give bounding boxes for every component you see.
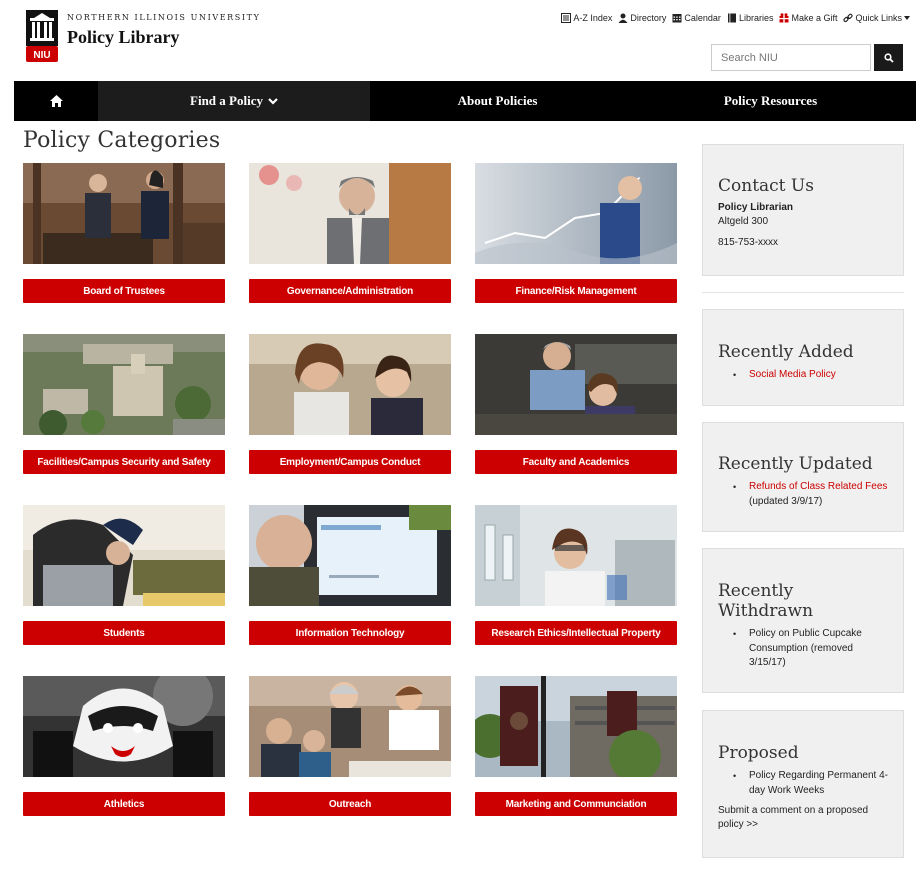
- util-make-a-gift[interactable]: Make a Gift: [779, 13, 837, 23]
- nav-policy-resources[interactable]: Policy Resources: [625, 81, 916, 121]
- recently-updated-list: Refunds of Class Related Fees (updated 3…: [718, 480, 888, 509]
- calendar-icon: [672, 14, 682, 23]
- recently-added-list: Social Media Policy: [718, 368, 888, 383]
- recently-withdrawn-heading: Recently Withdrawn: [718, 581, 888, 621]
- page-title: Policy Categories: [23, 128, 221, 153]
- book-icon: [727, 13, 736, 23]
- list-item: Refunds of Class Related Fees (updated 3…: [733, 480, 888, 509]
- contact-us-heading: Contact Us: [718, 176, 814, 196]
- outreach-photo[interactable]: [249, 676, 451, 777]
- chevron-down-icon: [268, 97, 278, 105]
- search-icon: [883, 52, 894, 63]
- faculty-photo[interactable]: [475, 334, 677, 435]
- util-libraries[interactable]: Libraries: [727, 13, 774, 23]
- category-button[interactable]: Students: [23, 621, 225, 645]
- person-icon: [618, 13, 628, 23]
- facilities-photo[interactable]: [23, 334, 225, 435]
- recently-updated-heading: Recently Updated: [718, 454, 873, 474]
- util-label: Directory: [630, 13, 667, 23]
- util-az-index[interactable]: A-Z Index: [561, 13, 612, 23]
- heading-line: Withdrawn: [718, 601, 814, 621]
- recently-added-box: Recently Added Social Media Policy: [702, 309, 904, 406]
- proposed-box: Proposed Policy Regarding Permanent 4-da…: [702, 710, 904, 858]
- recently-added-heading: Recently Added: [718, 342, 854, 362]
- list-icon: [561, 13, 572, 23]
- heading-line: Recently: [718, 581, 794, 601]
- util-directory[interactable]: Directory: [618, 13, 666, 23]
- util-label: Libraries: [738, 13, 774, 23]
- proposed-heading: Proposed: [718, 743, 799, 763]
- marketing-photo[interactable]: [475, 676, 677, 777]
- list-item: Social Media Policy: [733, 368, 888, 383]
- util-label: A-Z Index: [573, 13, 613, 23]
- finance-photo[interactable]: [475, 163, 677, 264]
- sidebar-divider: [702, 292, 904, 293]
- logo-text: NIU: [33, 50, 50, 61]
- util-label: Calendar: [684, 13, 721, 23]
- proposed-list: Policy Regarding Permanent 4-day Work We…: [718, 769, 888, 798]
- site-header: NIU NORTHERN ILLINOIS UNIVERSITY Policy …: [0, 0, 917, 81]
- category-button[interactable]: Finance/Risk Management: [475, 279, 677, 303]
- nav-find-a-policy[interactable]: Find a Policy: [98, 81, 370, 121]
- search-button[interactable]: [874, 44, 903, 71]
- category-button[interactable]: Governance/Administration: [249, 279, 451, 303]
- link-icon: [843, 13, 854, 23]
- research-photo[interactable]: [475, 505, 677, 606]
- nav-label: Find a Policy: [190, 93, 263, 108]
- caret-down-icon: [904, 16, 910, 20]
- information-technology-photo[interactable]: [249, 505, 451, 606]
- recently-withdrawn-list: Policy on Public Cupcake Consumption (re…: [718, 627, 888, 671]
- category-button[interactable]: Athletics: [23, 792, 225, 816]
- category-button[interactable]: Facilities/Campus Security and Safety: [23, 450, 225, 474]
- category-button[interactable]: Information Technology: [249, 621, 451, 645]
- category-button[interactable]: Faculty and Academics: [475, 450, 677, 474]
- list-item: Policy on Public Cupcake Consumption (re…: [733, 627, 888, 671]
- athletics-photo[interactable]: [23, 676, 225, 777]
- nav-about-policies[interactable]: About Policies: [370, 81, 625, 121]
- gift-icon: [779, 13, 789, 23]
- policy-link[interactable]: Refunds of Class Related Fees: [749, 481, 887, 492]
- home-icon: [49, 95, 63, 107]
- utility-links: A-Z Index Directory Calendar Libraries M…: [561, 13, 910, 23]
- update-note: (updated 3/9/17): [749, 495, 823, 507]
- main-nav: Find a Policy About Policies Policy Reso…: [14, 81, 916, 121]
- governance-photo[interactable]: [249, 163, 451, 264]
- contact-us-box: Contact Us Policy Librarian Altgeld 300 …: [702, 144, 904, 276]
- util-quick-links[interactable]: Quick Links: [843, 13, 910, 23]
- contact-location: Altgeld 300: [718, 216, 769, 227]
- students-photo[interactable]: [23, 505, 225, 606]
- recently-updated-box: Recently Updated Refunds of Class Relate…: [702, 422, 904, 532]
- search-input[interactable]: [711, 44, 871, 71]
- util-label: Quick Links: [855, 13, 902, 23]
- submit-comment-link[interactable]: Submit a comment on a proposed policy >>: [718, 804, 888, 832]
- university-name: NORTHERN ILLINOIS UNIVERSITY: [67, 13, 261, 22]
- contact-name: Policy Librarian: [718, 202, 794, 213]
- board-of-trustees-photo[interactable]: [23, 163, 225, 264]
- niu-logo[interactable]: NIU: [26, 10, 58, 62]
- policy-link[interactable]: Social Media Policy: [749, 369, 836, 380]
- list-item: Policy Regarding Permanent 4-day Work We…: [733, 769, 888, 798]
- nav-home[interactable]: [14, 81, 98, 121]
- recently-withdrawn-box: RecentlyWithdrawn Policy on Public Cupca…: [702, 548, 904, 693]
- category-button[interactable]: Board of Trustees: [23, 279, 225, 303]
- contact-phone: 815-753-xxxx: [718, 237, 779, 248]
- category-button[interactable]: Marketing and Communciation: [475, 792, 677, 816]
- site-title[interactable]: Policy Library: [67, 27, 179, 48]
- util-label: Make a Gift: [791, 13, 838, 23]
- category-button[interactable]: Employment/Campus Conduct: [249, 450, 451, 474]
- employment-photo[interactable]: [249, 334, 451, 435]
- util-calendar[interactable]: Calendar: [672, 13, 721, 23]
- category-button[interactable]: Research Ethics/Intellectual Property: [475, 621, 677, 645]
- category-button[interactable]: Outreach: [249, 792, 451, 816]
